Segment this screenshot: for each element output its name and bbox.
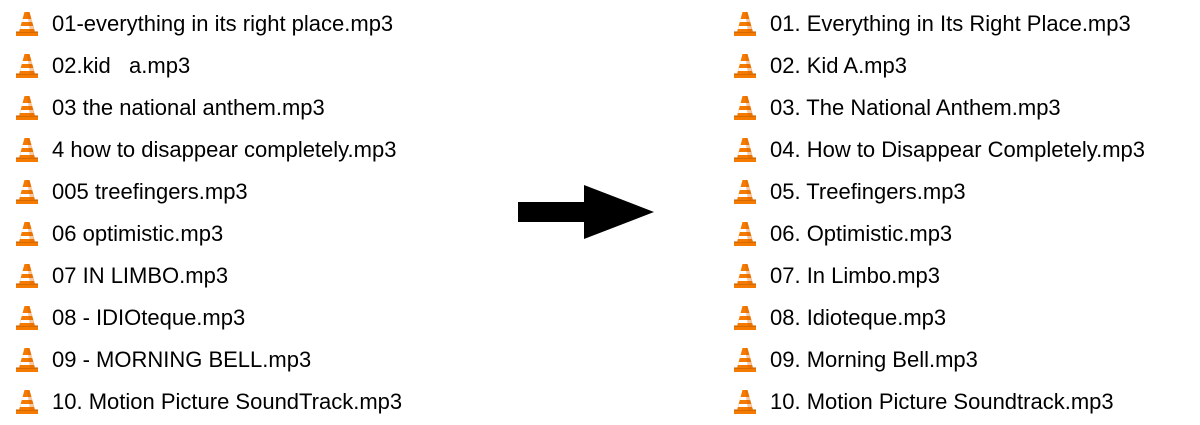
list-item[interactable]: 09 - MORNING BELL.mp3 [14,339,402,381]
file-name: 05. Treefingers.mp3 [770,179,966,204]
vlc-cone-icon [732,137,758,163]
file-name: 02. Kid A.mp3 [770,53,907,78]
file-name: 06. Optimistic.mp3 [770,221,953,246]
vlc-cone-icon [732,53,758,79]
file-name: 08 - IDIOteque.mp3 [52,305,246,330]
list-item[interactable]: 02.kid a.mp3 [14,45,402,87]
list-item[interactable]: 03 the national anthem.mp3 [14,87,402,129]
file-name: 03 the national anthem.mp3 [52,95,325,120]
list-item[interactable]: 08. Idioteque.mp3 [732,297,1145,339]
file-list-original: 01-everything in its right place.mp3 02.… [14,3,402,423]
vlc-cone-icon [14,221,40,247]
vlc-cone-icon [14,179,40,205]
vlc-cone-icon [14,263,40,289]
vlc-cone-icon [732,221,758,247]
file-name: 005 treefingers.mp3 [52,179,248,204]
file-name: 02.kid a.mp3 [52,53,191,78]
file-name: 09 - MORNING BELL.mp3 [52,347,312,372]
vlc-cone-icon [732,263,758,289]
file-name: 09. Morning Bell.mp3 [770,347,978,372]
vlc-cone-icon [14,53,40,79]
list-item[interactable]: 09. Morning Bell.mp3 [732,339,1145,381]
vlc-cone-icon [14,347,40,373]
file-name: 07 IN LIMBO.mp3 [52,263,229,288]
list-item[interactable]: 08 - IDIOteque.mp3 [14,297,402,339]
file-name: 01-everything in its right place.mp3 [52,11,394,36]
list-item[interactable]: 06. Optimistic.mp3 [732,213,1145,255]
file-name: 07. In Limbo.mp3 [770,263,940,288]
file-name: 10. Motion Picture Soundtrack.mp3 [770,389,1114,414]
vlc-cone-icon [732,179,758,205]
vlc-cone-icon [732,305,758,331]
list-item[interactable]: 01. Everything in Its Right Place.mp3 [732,3,1145,45]
file-name: 03. The National Anthem.mp3 [770,95,1061,120]
file-name: 06 optimistic.mp3 [52,221,224,246]
file-name: 01. Everything in Its Right Place.mp3 [770,11,1131,36]
vlc-cone-icon [14,137,40,163]
vlc-cone-icon [732,347,758,373]
list-item[interactable]: 07. In Limbo.mp3 [732,255,1145,297]
vlc-cone-icon [14,389,40,415]
vlc-cone-icon [14,305,40,331]
list-item[interactable]: 05. Treefingers.mp3 [732,171,1145,213]
vlc-cone-icon [732,95,758,121]
list-item[interactable]: 10. Motion Picture Soundtrack.mp3 [732,381,1145,423]
file-name: 4 how to disappear completely.mp3 [52,137,397,162]
vlc-cone-icon [732,11,758,37]
list-item[interactable]: 10. Motion Picture SoundTrack.mp3 [14,381,402,423]
list-item[interactable]: 07 IN LIMBO.mp3 [14,255,402,297]
file-list-renamed: 01. Everything in Its Right Place.mp3 02… [732,3,1145,423]
file-name: 08. Idioteque.mp3 [770,305,947,330]
list-item[interactable]: 005 treefingers.mp3 [14,171,402,213]
list-item[interactable]: 03. The National Anthem.mp3 [732,87,1145,129]
list-item[interactable]: 04. How to Disappear Completely.mp3 [732,129,1145,171]
vlc-cone-icon [732,389,758,415]
file-name: 10. Motion Picture SoundTrack.mp3 [52,389,403,414]
vlc-cone-icon [14,95,40,121]
right-arrow-icon [518,185,654,239]
file-name: 04. How to Disappear Completely.mp3 [770,137,1145,162]
list-item[interactable]: 4 how to disappear completely.mp3 [14,129,402,171]
vlc-cone-icon [14,11,40,37]
list-item[interactable]: 01-everything in its right place.mp3 [14,3,402,45]
list-item[interactable]: 02. Kid A.mp3 [732,45,1145,87]
list-item[interactable]: 06 optimistic.mp3 [14,213,402,255]
